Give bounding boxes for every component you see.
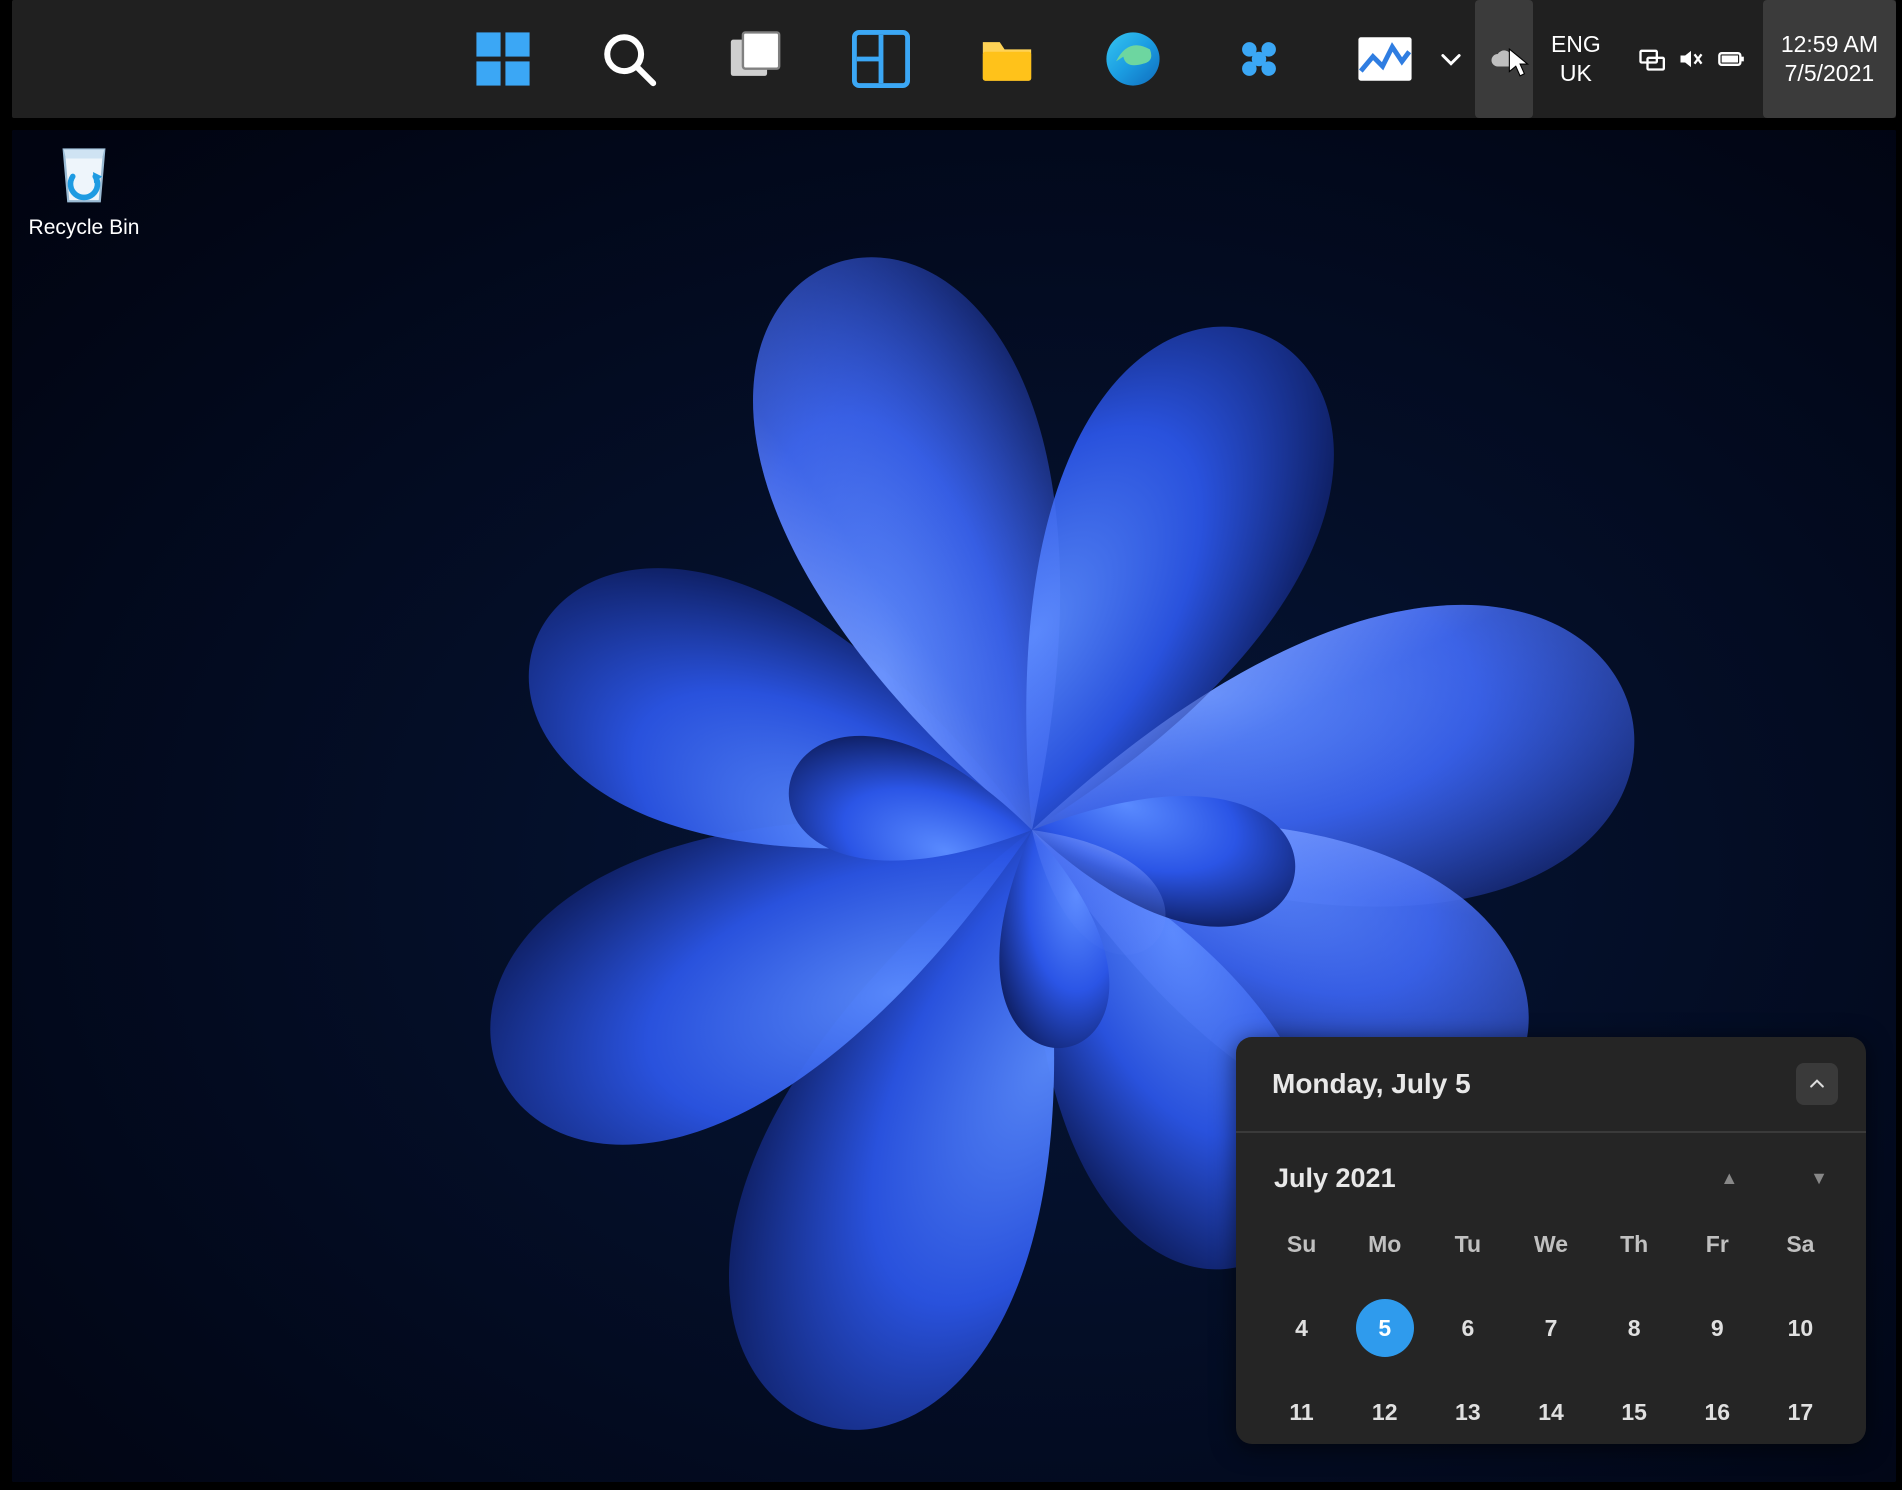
- calendar-full-date: Monday, July 5: [1272, 1068, 1471, 1100]
- calendar-day[interactable]: 15: [1593, 1390, 1676, 1434]
- calendar-day[interactable]: 10: [1759, 1306, 1842, 1350]
- widgets-icon: [852, 30, 910, 88]
- system-tray: ENG UK 12:59 AM 7/5/2021: [1427, 0, 1896, 118]
- calendar-day[interactable]: 17: [1759, 1390, 1842, 1434]
- widgets-button[interactable]: [850, 28, 912, 90]
- gear-cluster-icon: [1230, 30, 1288, 88]
- calendar-dow: We: [1509, 1222, 1592, 1266]
- taskbar-center: [472, 28, 1416, 90]
- search-button[interactable]: [598, 28, 660, 90]
- chevron-up-icon: [1807, 1074, 1827, 1094]
- calendar-day[interactable]: 6: [1426, 1306, 1509, 1350]
- tray-overflow-button[interactable]: [1427, 0, 1475, 118]
- folder-icon: [978, 30, 1036, 88]
- language-indicator[interactable]: ENG UK: [1533, 0, 1619, 118]
- recycle-bin-label: Recycle Bin: [24, 216, 144, 240]
- edge-button[interactable]: [1102, 28, 1164, 90]
- cloud-icon: [1489, 44, 1519, 74]
- calendar-day[interactable]: 14: [1509, 1390, 1592, 1434]
- calendar-dow: Tu: [1426, 1222, 1509, 1266]
- calendar-day[interactable]: 9: [1676, 1306, 1759, 1350]
- calendar-dow: Th: [1593, 1222, 1676, 1266]
- calendar-day[interactable]: 13: [1426, 1390, 1509, 1434]
- language-code: ENG: [1551, 30, 1601, 59]
- calendar-dow: Sa: [1759, 1222, 1842, 1266]
- calendar-flyout: Monday, July 5 July 2021 ▲ ▼ SuMoTuWeThF…: [1236, 1037, 1866, 1444]
- clock-button[interactable]: 12:59 AM 7/5/2021: [1763, 0, 1896, 118]
- calendar-month-label[interactable]: July 2021: [1274, 1163, 1396, 1194]
- volume-muted-icon: [1677, 45, 1705, 73]
- taskview-icon: [726, 30, 784, 88]
- battery-icon: [1717, 45, 1745, 73]
- calendar-prev-button[interactable]: ▲: [1720, 1168, 1738, 1189]
- calendar-month-row: July 2021 ▲ ▼: [1236, 1133, 1866, 1222]
- clock-date: 7/5/2021: [1785, 59, 1875, 88]
- taskbar: ENG UK 12:59 AM 7/5/2021: [12, 0, 1896, 118]
- settings-button[interactable]: [1228, 28, 1290, 90]
- calendar-day[interactable]: 5: [1343, 1306, 1426, 1350]
- calendar-header: Monday, July 5: [1236, 1037, 1866, 1131]
- calendar-dow: Su: [1260, 1222, 1343, 1266]
- calendar-day[interactable]: 11: [1260, 1390, 1343, 1434]
- windows-logo-icon: [474, 30, 532, 88]
- calendar-nav: ▲ ▼: [1720, 1168, 1828, 1189]
- desktop[interactable]: Recycle Bin Activate Windows Go to Setti…: [12, 130, 1896, 1482]
- file-explorer-button[interactable]: [976, 28, 1038, 90]
- search-icon: [600, 30, 658, 88]
- onedrive-tray-icon[interactable]: [1475, 0, 1533, 118]
- recycle-bin-icon[interactable]: Recycle Bin: [24, 136, 144, 240]
- task-manager-button[interactable]: [1354, 28, 1416, 90]
- calendar-dow: Mo: [1343, 1222, 1426, 1266]
- calendar-next-button[interactable]: ▼: [1810, 1168, 1828, 1189]
- start-button[interactable]: [472, 28, 534, 90]
- calendar-day[interactable]: 8: [1593, 1306, 1676, 1350]
- clock-time: 12:59 AM: [1781, 30, 1878, 59]
- calendar-dow: Fr: [1676, 1222, 1759, 1266]
- calendar-day[interactable]: 4: [1260, 1306, 1343, 1350]
- performance-monitor-icon: [1356, 30, 1414, 88]
- chevron-down-icon: [1437, 45, 1465, 73]
- calendar-day[interactable]: 12: [1343, 1390, 1426, 1434]
- network-icon: [1637, 45, 1665, 73]
- recycle-bin-glyph: [48, 136, 120, 208]
- quick-settings-button[interactable]: [1619, 0, 1763, 118]
- calendar-day[interactable]: 7: [1509, 1306, 1592, 1350]
- edge-icon: [1104, 30, 1162, 88]
- calendar-collapse-button[interactable]: [1796, 1063, 1838, 1105]
- taskview-button[interactable]: [724, 28, 786, 90]
- calendar-grid: SuMoTuWeThFrSa 45678910 11121314151617: [1236, 1222, 1866, 1434]
- keyboard-layout: UK: [1560, 59, 1592, 88]
- calendar-day[interactable]: 16: [1676, 1390, 1759, 1434]
